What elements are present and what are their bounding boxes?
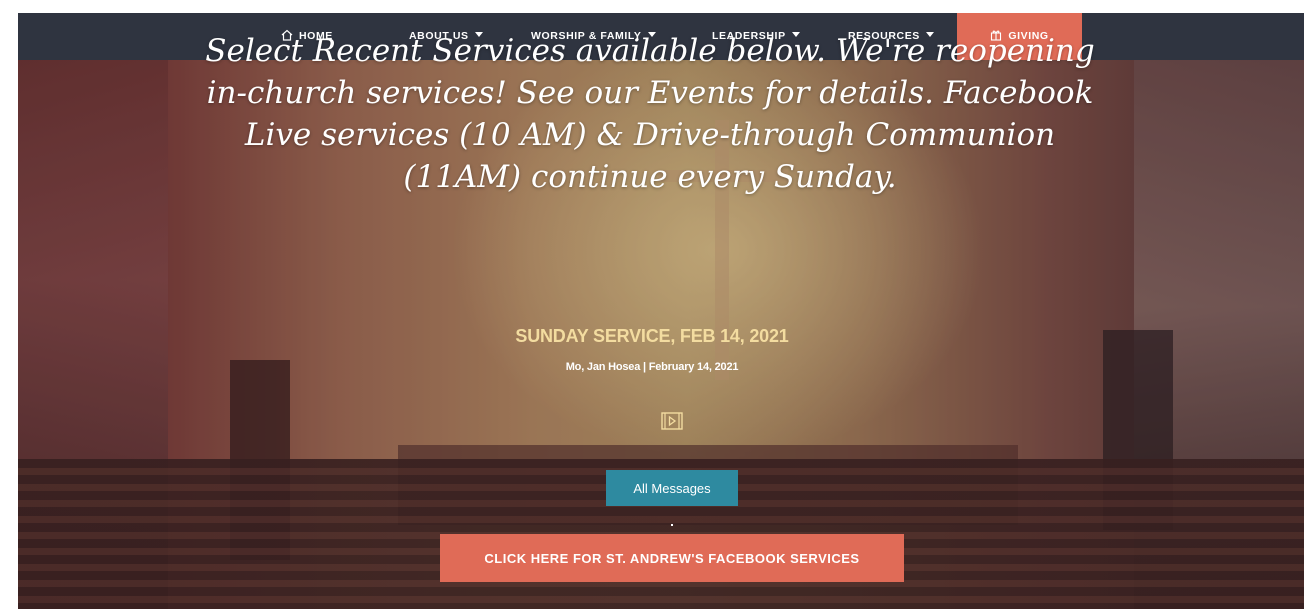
divider-dot (671, 524, 673, 526)
service-title[interactable]: SUNDAY SERVICE, FEB 14, 2021 (0, 326, 1304, 347)
facebook-services-button[interactable]: CLICK HERE FOR ST. ANDREW'S FACEBOOK SER… (440, 534, 904, 582)
service-block: SUNDAY SERVICE, FEB 14, 2021 Mo, Jan Hos… (0, 60, 1304, 609)
video-icon[interactable] (661, 412, 683, 430)
service-meta: Mo, Jan Hosea | February 14, 2021 (565, 361, 739, 373)
all-messages-button[interactable]: All Messages (606, 470, 738, 506)
